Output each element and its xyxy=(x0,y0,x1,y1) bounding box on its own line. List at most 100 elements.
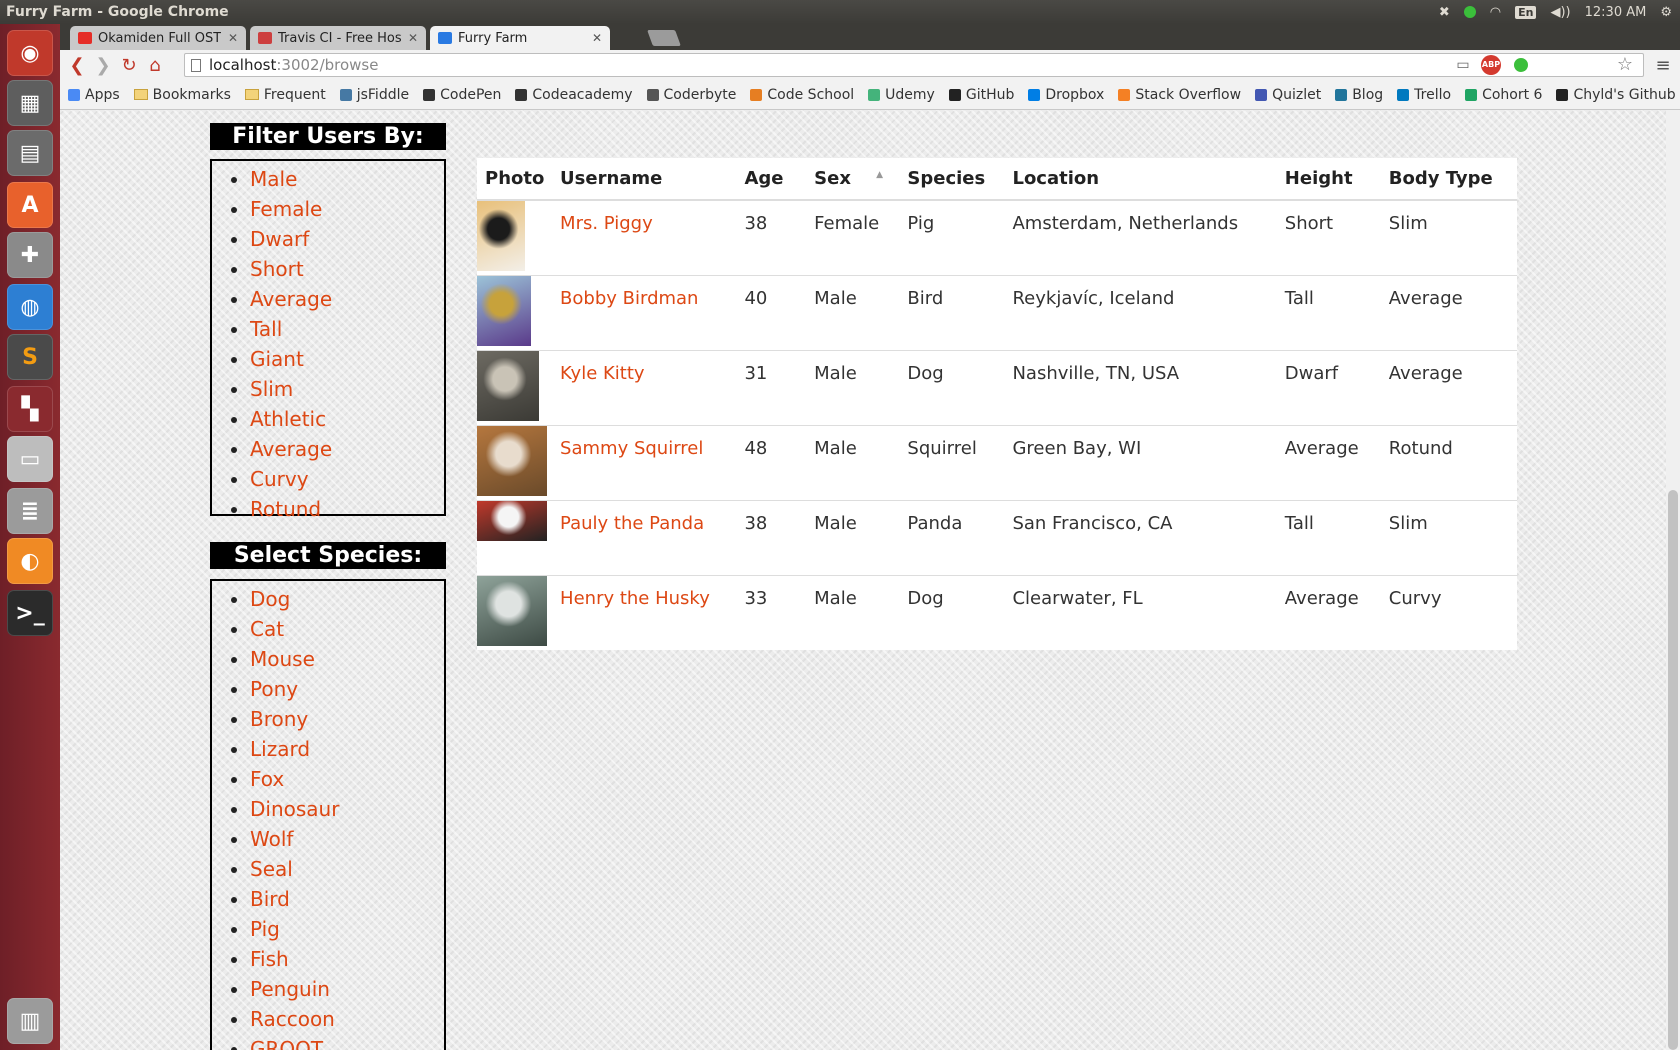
bookmark-codeacademy[interactable]: Codeacademy xyxy=(515,87,633,103)
filter-link[interactable]: Average xyxy=(250,287,332,311)
bookmark-code-school[interactable]: Code School xyxy=(750,87,854,103)
column-header-age[interactable]: Age xyxy=(736,158,807,201)
reload-button[interactable]: ↻ xyxy=(116,55,142,76)
filter-link[interactable]: Giant xyxy=(250,347,304,371)
tab-okamiden[interactable]: Ōkamiden Full OST ✕ xyxy=(70,26,246,50)
files-icon[interactable]: ▤ xyxy=(7,130,53,176)
wifi-icon[interactable]: ◠ xyxy=(1490,5,1501,20)
species-link[interactable]: Wolf xyxy=(250,827,293,851)
workspace-switcher-icon[interactable]: ▚ xyxy=(7,386,53,432)
column-header-username[interactable]: Username xyxy=(552,158,737,201)
status-dot-icon[interactable] xyxy=(1463,6,1476,18)
species-link[interactable]: Dinosaur xyxy=(250,797,339,821)
filter-link[interactable]: Female xyxy=(250,197,322,221)
calculator-icon[interactable]: ▦ xyxy=(7,80,53,126)
bookmark-cohort-6[interactable]: Cohort 6 xyxy=(1465,87,1542,103)
column-header-height[interactable]: Height xyxy=(1276,158,1381,201)
species-link[interactable]: Fox xyxy=(250,767,284,791)
column-header-body-type[interactable]: Body Type xyxy=(1380,158,1517,201)
system-settings-icon[interactable]: ✚ xyxy=(7,232,53,278)
user-photo[interactable] xyxy=(477,425,547,496)
keyboard-layout-indicator[interactable]: En xyxy=(1515,5,1537,19)
species-link[interactable]: Lizard xyxy=(250,737,310,761)
bookmark-stack-overflow[interactable]: Stack Overflow xyxy=(1118,87,1241,103)
bookmark-star-icon[interactable]: ☆ xyxy=(1617,54,1633,75)
species-link[interactable]: Pony xyxy=(250,677,298,701)
filter-link[interactable]: Slim xyxy=(250,377,293,401)
user-photo[interactable] xyxy=(477,201,525,271)
user-photo[interactable] xyxy=(477,350,539,421)
bookmark-quizlet[interactable]: Quizlet xyxy=(1255,87,1321,103)
software-center-icon[interactable]: A xyxy=(7,182,53,228)
filter-link[interactable]: Rotund xyxy=(250,497,321,521)
species-link[interactable]: Fish xyxy=(250,947,289,971)
adblock-icon[interactable]: ABP xyxy=(1481,55,1501,75)
bookmark-github[interactable]: GitHub xyxy=(948,87,1014,103)
sublime-text-icon[interactable]: S xyxy=(7,334,53,380)
column-header-photo[interactable]: Photo xyxy=(477,158,553,201)
terminal-icon[interactable]: >_ xyxy=(7,590,53,636)
species-link[interactable]: Cat xyxy=(250,617,284,641)
bookmark-apps[interactable]: Apps xyxy=(68,87,120,103)
dropbox-tray-icon[interactable]: ✖ xyxy=(1439,5,1450,20)
species-link[interactable]: Raccoon xyxy=(250,1007,335,1031)
column-header-species[interactable]: Species xyxy=(899,158,1005,201)
user-photo[interactable] xyxy=(477,500,547,541)
bookmark-dropbox[interactable]: Dropbox xyxy=(1028,87,1104,103)
species-link[interactable]: Dog xyxy=(250,587,290,611)
species-link[interactable]: Mouse xyxy=(250,647,315,671)
home-button[interactable]: ⌂ xyxy=(142,55,168,76)
new-tab-button[interactable] xyxy=(647,30,681,46)
filter-link[interactable]: Curvy xyxy=(250,467,309,491)
user-photo[interactable] xyxy=(477,575,547,646)
bookmark-bookmarks[interactable]: Bookmarks xyxy=(133,87,231,103)
user-photo[interactable] xyxy=(477,275,531,346)
filter-link[interactable]: Tall xyxy=(250,317,282,341)
filter-link[interactable]: Average xyxy=(250,437,332,461)
page-scrollbar[interactable] xyxy=(1666,110,1680,1050)
bookmark-codepen[interactable]: CodePen xyxy=(423,87,501,103)
bookmark-chyld-s-github[interactable]: Chyld's Github xyxy=(1556,87,1676,103)
username-link[interactable]: Sammy Squirrel xyxy=(560,438,703,459)
bookmark-udemy[interactable]: Udemy xyxy=(868,87,935,103)
volume-icon[interactable]: ◀)) xyxy=(1550,5,1570,20)
cast-icon[interactable]: ▭ xyxy=(1452,53,1474,77)
tab-close-icon[interactable]: ✕ xyxy=(586,31,602,45)
username-link[interactable]: Mrs. Piggy xyxy=(560,213,653,234)
tab-furry-farm[interactable]: Furry Farm ✕ xyxy=(430,26,610,50)
address-bar[interactable]: localhost:3002/browse ☆ xyxy=(184,53,1644,77)
disk-icon[interactable]: ▭ xyxy=(7,436,53,482)
username-link[interactable]: Bobby Birdman xyxy=(560,288,698,309)
username-link[interactable]: Pauly the Panda xyxy=(560,513,704,534)
extension-status-icon[interactable] xyxy=(1514,58,1528,72)
forward-button[interactable]: ❯ xyxy=(90,55,116,76)
species-link[interactable]: GROOT xyxy=(250,1037,323,1050)
clock[interactable]: 12:30 AM xyxy=(1585,5,1647,20)
database-icon[interactable]: ≣ xyxy=(7,488,53,534)
chrome-icon[interactable]: ◍ xyxy=(7,284,53,330)
username-link[interactable]: Kyle Kitty xyxy=(560,363,645,384)
species-link[interactable]: Penguin xyxy=(250,977,330,1001)
bookmark-trello[interactable]: Trello xyxy=(1397,87,1451,103)
gear-icon[interactable]: ⚙ xyxy=(1660,5,1672,20)
species-link[interactable]: Brony xyxy=(250,707,308,731)
filter-link[interactable]: Male xyxy=(250,167,297,191)
bookmark-coderbyte[interactable]: Coderbyte xyxy=(646,87,736,103)
column-header-sex[interactable]: Sex ▲ xyxy=(806,158,900,201)
species-link[interactable]: Seal xyxy=(250,857,293,881)
scrollbar-thumb[interactable] xyxy=(1668,490,1678,1050)
chrome-menu-icon[interactable]: ≡ xyxy=(1652,53,1674,77)
tab-close-icon[interactable]: ✕ xyxy=(402,31,418,45)
username-link[interactable]: Henry the Husky xyxy=(560,588,710,609)
tab-close-icon[interactable]: ✕ xyxy=(222,31,238,45)
back-button[interactable]: ❮ xyxy=(64,55,90,76)
bookmark-blog[interactable]: Blog xyxy=(1335,87,1383,103)
filter-link[interactable]: Dwarf xyxy=(250,227,309,251)
filter-link[interactable]: Athletic xyxy=(250,407,326,431)
bookmark-frequent[interactable]: Frequent xyxy=(244,87,326,103)
species-link[interactable]: Bird xyxy=(250,887,290,911)
bookmark-jsfiddle[interactable]: jsFiddle xyxy=(339,87,409,103)
orange-app-icon[interactable]: ◐ xyxy=(7,538,53,584)
ubuntu-dash-icon[interactable]: ◉ xyxy=(7,30,53,76)
column-header-location[interactable]: Location xyxy=(1004,158,1277,201)
